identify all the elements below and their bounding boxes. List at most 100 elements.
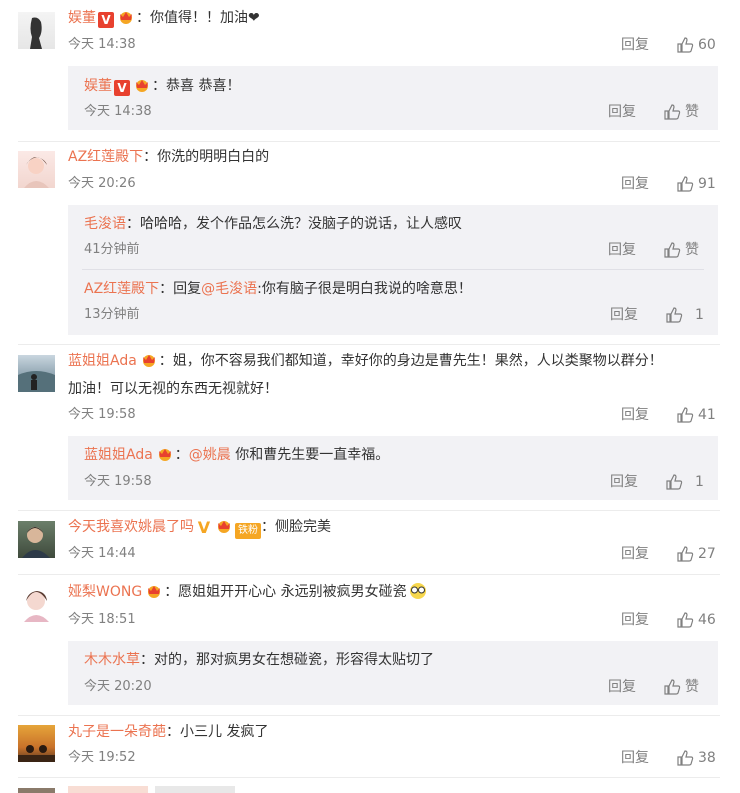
like-button[interactable]: 赞 (663, 240, 699, 260)
reply-text: 蓝姐姐Ada ：@姚晨 你和曹先生要一直幸福。 (84, 447, 390, 463)
avatar[interactable] (18, 151, 55, 188)
crown-badge-icon (158, 449, 171, 461)
like-button[interactable]: 38 (676, 748, 716, 768)
comment-2-text: AZ红莲殿下：你洗的明明白白的 (68, 149, 270, 165)
comment-1-text: 娱董 V ：你值得！！加油❤ (68, 10, 260, 28)
reply-box: 蓝姐姐Ada ：@姚晨 你和曹先生要一直幸福。 今天 19:58 回复 1 (68, 436, 718, 500)
divider (18, 510, 720, 511)
verified-v-icon: V (114, 80, 130, 96)
comment-4-text: 今天我喜欢姚晨了吗 V 铁粉 ：侧脸完美 (68, 518, 331, 539)
reply-button[interactable]: 回复 (621, 174, 649, 194)
comment-time: 今天 14:38 (68, 37, 136, 52)
avatar[interactable] (18, 355, 55, 392)
reply-box: 毛浚语：哈哈哈，发个作品怎么洗？没脑子的说话，让人感叹 41分钟前 回复 赞 A… (68, 205, 718, 335)
reply-button[interactable]: 回复 (621, 35, 649, 55)
like-count: 91 (698, 176, 716, 192)
divider (18, 715, 720, 716)
divider (18, 141, 720, 142)
reply-box: 娱董 V ：恭喜 恭喜！ 今天 14:38 回复 赞 (68, 66, 718, 130)
crown-badge-icon (120, 12, 132, 24)
next-comment-text (155, 786, 235, 793)
fan-badge: 铁粉 (235, 523, 261, 539)
mention-link[interactable]: @毛浚语 (201, 281, 257, 297)
like-button[interactable]: 1 (665, 305, 704, 325)
crown-badge-icon (142, 355, 155, 367)
reply-text: AZ红莲殿下：回复@毛浚语:你有脑子很是明白我说的啥意思！ (84, 281, 472, 297)
comment-author[interactable]: 丸子是一朵奇葩 (68, 724, 166, 740)
reply-time: 今天 19:58 (84, 474, 152, 489)
reply-text: 娱董 V ：恭喜 恭喜！ (84, 78, 241, 96)
thumbs-up-icon (666, 307, 683, 323)
reply-author[interactable]: AZ红莲殿下 (84, 281, 159, 297)
reply-button[interactable]: 回复 (608, 677, 636, 697)
comment-5-text: 娅梨WONG ：愿姐姐开开心心 永远别被疯男女碰瓷 (68, 581, 429, 603)
like-button[interactable]: 41 (676, 405, 716, 425)
reply-button[interactable]: 回复 (621, 610, 649, 630)
reply-time: 今天 20:20 (84, 679, 152, 694)
comment-author[interactable]: 蓝姐姐Ada (68, 353, 137, 369)
comment-author[interactable]: 今天我喜欢姚晨了吗 (68, 519, 194, 535)
mention-link[interactable]: @姚晨 (189, 447, 231, 463)
heart-icon: ❤ (248, 10, 260, 26)
like-button[interactable]: 46 (676, 610, 716, 630)
reply-button[interactable]: 回复 (610, 472, 638, 492)
avatar[interactable] (18, 725, 55, 762)
thumbs-up-icon (677, 407, 694, 423)
like-count: 1 (695, 307, 704, 323)
divider (18, 777, 720, 778)
reply-author[interactable]: 娱董 (84, 78, 112, 94)
comment-3-text-line2: 加油！可以无视的东西无视就好！ (68, 381, 278, 397)
reply-author[interactable]: 木木水草 (84, 652, 140, 668)
reply-button[interactable]: 回复 (621, 748, 649, 768)
like-count: 60 (698, 37, 716, 53)
reply-button[interactable]: 回复 (608, 102, 636, 122)
avatar[interactable] (18, 788, 55, 793)
avatar[interactable] (18, 12, 55, 49)
thumbs-up-icon (677, 750, 694, 766)
reply-author[interactable]: 蓝姐姐Ada (84, 447, 153, 463)
reply-button[interactable]: 回复 (621, 405, 649, 425)
comment-author[interactable]: AZ红莲殿下 (68, 149, 143, 165)
reply-button[interactable]: 回复 (610, 305, 638, 325)
like-count: 赞 (685, 679, 699, 695)
like-button[interactable]: 27 (676, 544, 716, 564)
comment-6-text: 丸子是一朵奇葩：小三儿 发疯了 (68, 724, 269, 740)
like-button[interactable]: 91 (676, 174, 716, 194)
comment-time: 今天 20:26 (68, 176, 136, 191)
avatar[interactable] (18, 585, 55, 622)
like-button[interactable]: 60 (676, 35, 716, 55)
like-count: 赞 (685, 104, 699, 120)
like-count: 27 (698, 546, 716, 562)
next-comment-author (68, 786, 148, 793)
divider (82, 269, 704, 270)
reply-time: 今天 14:38 (84, 104, 152, 119)
verified-v-icon: V (98, 12, 114, 28)
crown-badge-icon (148, 586, 161, 598)
thumbs-up-icon (664, 679, 681, 695)
reply-box: 木木水草：对的，那对疯男女在想碰瓷，形容得太贴切了 今天 20:20 回复 赞 (68, 641, 718, 705)
thumbs-up-icon (677, 176, 694, 192)
like-count: 赞 (685, 242, 699, 258)
like-count: 38 (698, 750, 716, 766)
comment-author[interactable]: 娅梨WONG (68, 584, 142, 600)
thumbs-up-icon (677, 37, 694, 53)
crown-badge-icon (218, 521, 230, 533)
comment-3-text: 蓝姐姐Ada ：姐，你不容易我们都知道，幸好你的身边是曹先生！果然，人以类聚物以群… (68, 353, 663, 369)
avatar[interactable] (18, 521, 55, 558)
comment-author[interactable]: 娱董 (68, 10, 96, 26)
reply-author[interactable]: 毛浚语 (84, 216, 126, 232)
divider (18, 574, 720, 575)
verified-v-icon: V (197, 518, 211, 537)
reply-text: 毛浚语：哈哈哈，发个作品怎么洗？没脑子的说话，让人感叹 (84, 216, 462, 232)
reply-button[interactable]: 回复 (608, 240, 636, 260)
thumbs-up-icon (664, 242, 681, 258)
like-button[interactable]: 1 (665, 472, 704, 492)
like-button[interactable]: 赞 (663, 677, 699, 697)
like-count: 1 (695, 474, 704, 490)
like-count: 46 (698, 612, 716, 628)
reply-button[interactable]: 回复 (621, 544, 649, 564)
comment-time: 今天 19:58 (68, 407, 136, 422)
reply-time: 13分钟前 (84, 307, 140, 322)
crown-badge-icon (136, 80, 148, 92)
like-button[interactable]: 赞 (663, 102, 699, 122)
